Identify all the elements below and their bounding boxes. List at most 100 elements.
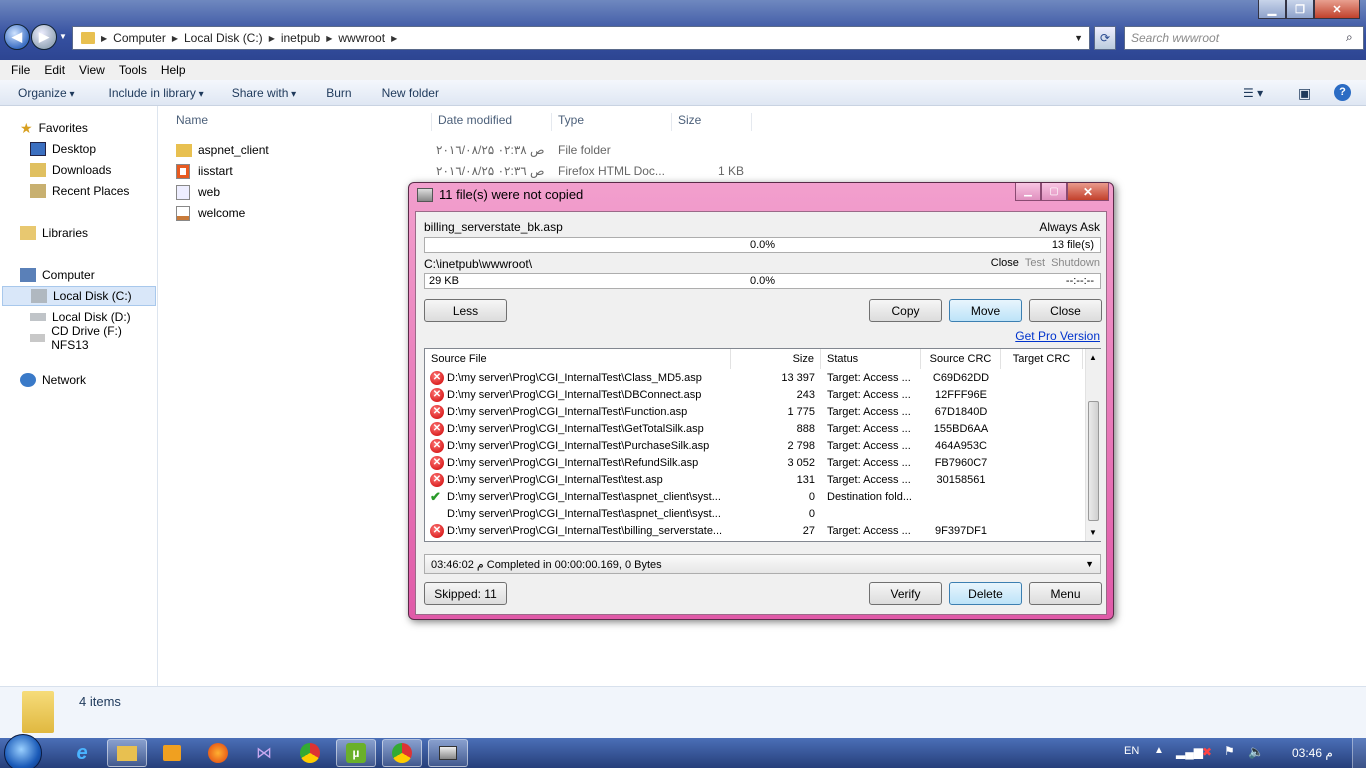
- grid-row[interactable]: ✕ D:\my server\Prog\CGI_InternalTest\Clas…: [425, 370, 1083, 387]
- grid-row[interactable]: ✕ D:\my server\Prog\CGI_InternalTest\DBCo…: [425, 387, 1083, 404]
- volume-icon[interactable]: 🔈: [1248, 744, 1264, 760]
- grid-scrollbar[interactable]: ▲ ▼: [1085, 349, 1101, 541]
- move-button[interactable]: Move: [949, 299, 1022, 322]
- search-icon[interactable]: ⌕: [1346, 30, 1353, 45]
- copy-button[interactable]: Copy: [869, 299, 942, 322]
- file-row[interactable]: iisstart: [176, 161, 233, 181]
- get-pro-link[interactable]: Get Pro Version: [1015, 329, 1100, 343]
- scroll-thumb[interactable]: [1088, 401, 1099, 521]
- after-shutdown-option[interactable]: Shutdown: [1051, 257, 1100, 269]
- grid-row[interactable]: ✕ D:\my server\Prog\CGI_InternalTest\test…: [425, 472, 1083, 489]
- grid-col-source-file[interactable]: Source File: [425, 349, 731, 369]
- nav-local-disk-c[interactable]: Local Disk (C:): [2, 286, 156, 306]
- grid-col-status[interactable]: Status: [821, 349, 921, 369]
- menu-edit[interactable]: Edit: [37, 63, 72, 77]
- grid-row[interactable]: ✕ D:\my server\Prog\CGI_InternalTest\GetT…: [425, 421, 1083, 438]
- menu-view[interactable]: View: [72, 63, 112, 77]
- column-size[interactable]: Size: [672, 113, 752, 131]
- taskbar-ie[interactable]: e: [62, 739, 102, 767]
- menu-tools[interactable]: Tools: [112, 63, 154, 77]
- refresh-button[interactable]: ⟳: [1094, 26, 1116, 50]
- nav-desktop[interactable]: Desktop: [30, 139, 96, 159]
- log-dropdown[interactable]: 03:46:02 م Completed in 00:00:00.169, 0 …: [424, 554, 1101, 574]
- organize-button[interactable]: Organize: [12, 86, 89, 100]
- clock[interactable]: 03:46 م: [1292, 746, 1333, 760]
- nav-libraries[interactable]: Libraries: [20, 223, 88, 243]
- nav-recent-places[interactable]: Recent Places: [30, 181, 129, 201]
- scroll-up-icon[interactable]: ▲: [1089, 353, 1097, 362]
- taskbar-chrome[interactable]: [290, 739, 330, 767]
- taskbar-chrome-2[interactable]: [382, 739, 422, 767]
- language-indicator[interactable]: EN: [1124, 745, 1139, 757]
- skipped-button[interactable]: Skipped: 11: [424, 582, 507, 605]
- taskbar-visual-studio[interactable]: ⋈: [244, 739, 284, 767]
- grid-row[interactable]: D:\my server\Prog\CGI_InternalTest\aspne…: [425, 506, 1083, 523]
- dialog-close-button[interactable]: ✕: [1067, 183, 1109, 201]
- new-folder-button[interactable]: New folder: [366, 86, 453, 100]
- close-button[interactable]: ✕: [1314, 0, 1360, 19]
- dialog-maximize-button[interactable]: ▢: [1041, 183, 1067, 201]
- always-ask-option[interactable]: Always Ask: [1039, 220, 1100, 234]
- view-options-icon[interactable]: ☰ ▾: [1243, 86, 1263, 100]
- grid-row[interactable]: ✕ D:\my server\Prog\CGI_InternalTest\Refu…: [425, 455, 1083, 472]
- taskbar-utorrent[interactable]: µ: [336, 739, 376, 767]
- grid-row[interactable]: ✔ D:\my server\Prog\CGI_InternalTest\aspn…: [425, 489, 1083, 506]
- close-dialog-button[interactable]: Close: [1029, 299, 1102, 322]
- grid-col-target-crc[interactable]: Target CRC: [1001, 349, 1083, 369]
- file-row[interactable]: aspnet_client: [176, 140, 269, 160]
- after-test-option[interactable]: Test: [1025, 257, 1045, 269]
- column-date-modified[interactable]: Date modified: [432, 113, 552, 131]
- include-in-library-button[interactable]: Include in library: [89, 86, 218, 100]
- less-button[interactable]: Less: [424, 299, 507, 322]
- menu-button[interactable]: Menu: [1029, 582, 1102, 605]
- show-desktop-button[interactable]: [1352, 738, 1366, 768]
- address-bar[interactable]: ▶ Computer ▶ Local Disk (C:) ▶ inetpub ▶…: [72, 26, 1090, 50]
- verify-button[interactable]: Verify: [869, 582, 942, 605]
- nav-cd-drive[interactable]: CD Drive (F:) NFS13: [30, 324, 157, 352]
- breadcrumb-computer[interactable]: Computer: [113, 31, 166, 45]
- preview-pane-icon[interactable]: ▣: [1298, 85, 1311, 102]
- back-button[interactable]: ◀: [4, 24, 30, 50]
- nav-computer[interactable]: Computer: [20, 265, 95, 285]
- file-row[interactable]: welcome: [176, 203, 245, 223]
- after-close-option[interactable]: Close: [991, 257, 1019, 269]
- recent-pages-dropdown[interactable]: ▼: [59, 32, 67, 41]
- show-hidden-icons[interactable]: ▲: [1154, 745, 1164, 756]
- column-type[interactable]: Type: [552, 113, 672, 131]
- menu-file[interactable]: File: [4, 63, 37, 77]
- nav-favorites[interactable]: ★ Favorites: [20, 118, 88, 138]
- breadcrumb-local-disk-c[interactable]: Local Disk (C:): [184, 31, 263, 45]
- grid-row[interactable]: ✕ D:\my server\Prog\CGI_InternalTest\bill…: [425, 523, 1083, 540]
- file-row[interactable]: web: [176, 182, 220, 202]
- menu-help[interactable]: Help: [154, 63, 193, 77]
- breadcrumb-inetpub[interactable]: inetpub: [281, 31, 320, 45]
- delete-button[interactable]: Delete: [949, 582, 1022, 605]
- network-error-icon[interactable]: ✖: [1202, 745, 1212, 759]
- grid-row[interactable]: ✕ D:\my server\Prog\CGI_InternalTest\Func…: [425, 404, 1083, 421]
- column-name[interactable]: Name: [170, 113, 432, 131]
- taskbar-firefox[interactable]: [198, 739, 238, 767]
- signal-icon[interactable]: ▂▄▆: [1176, 745, 1203, 759]
- dialog-minimize-button[interactable]: ▁: [1015, 183, 1041, 201]
- share-with-button[interactable]: Share with: [218, 86, 311, 100]
- scroll-down-icon[interactable]: ▼: [1089, 528, 1097, 537]
- maximize-button[interactable]: ❐: [1286, 0, 1314, 19]
- grid-row[interactable]: ✕ D:\my server\Prog\CGI_InternalTest\Purc…: [425, 438, 1083, 455]
- burn-button[interactable]: Burn: [310, 86, 365, 100]
- forward-button[interactable]: ▶: [31, 24, 57, 50]
- grid-col-source-crc[interactable]: Source CRC: [921, 349, 1001, 369]
- taskbar-copy-tool[interactable]: [428, 739, 468, 767]
- nav-network[interactable]: Network: [20, 370, 86, 390]
- help-icon[interactable]: ?: [1334, 84, 1351, 101]
- minimize-button[interactable]: ▁: [1258, 0, 1286, 19]
- breadcrumb-wwwroot[interactable]: wwwroot: [338, 31, 385, 45]
- address-history-dropdown[interactable]: ▼: [1074, 33, 1083, 43]
- search-input[interactable]: Search wwwroot: [1124, 26, 1364, 50]
- taskbar-explorer[interactable]: [107, 739, 147, 767]
- folder-icon: [176, 143, 192, 157]
- start-button[interactable]: [4, 734, 42, 768]
- taskbar-media-player[interactable]: [152, 739, 192, 767]
- nav-downloads[interactable]: Downloads: [30, 160, 111, 180]
- action-center-icon[interactable]: ⚑: [1224, 744, 1235, 758]
- grid-col-size[interactable]: Size: [731, 349, 821, 369]
